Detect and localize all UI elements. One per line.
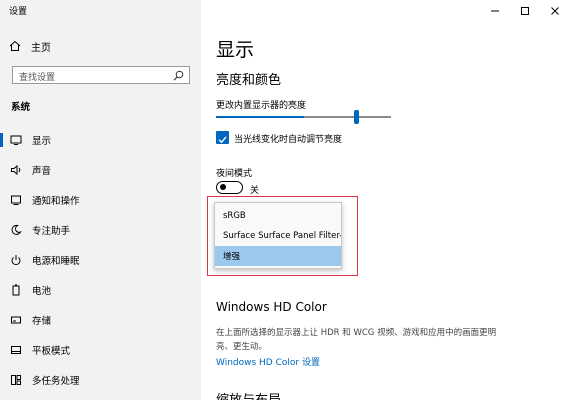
- sidebar-item-battery[interactable]: 电池: [0, 279, 201, 301]
- sidebar-item-label: 专注助手: [32, 226, 71, 237]
- sidebar-item-label: 显示: [32, 136, 52, 147]
- maximize-button[interactable]: [510, 0, 540, 22]
- maximize-icon: [521, 7, 529, 15]
- sidebar-item-label: 声音: [32, 166, 52, 177]
- sidebar-item-tablet-mode[interactable]: 平板模式: [0, 339, 201, 361]
- sidebar-item-label: 平板模式: [32, 346, 71, 357]
- sidebar-item-sound[interactable]: 声音: [0, 159, 201, 181]
- sidebar-item-multitasking[interactable]: 多任务处理: [0, 369, 201, 391]
- power-icon: [11, 255, 21, 266]
- sidebar-item-label: 电源和睡眠: [32, 256, 80, 267]
- toggle-knob: [220, 184, 226, 190]
- brightness-label: 更改内置显示器的亮度: [216, 101, 307, 111]
- sidebar-item-label: 通知和操作: [32, 196, 80, 207]
- dropdown-option-surface-panel[interactable]: Surface Surface Panel Filter-1: [215, 226, 341, 246]
- monitor-icon: [10, 135, 22, 145]
- sidebar-item-storage[interactable]: 存储: [0, 309, 201, 331]
- scale-layout-title: 缩放与布局: [216, 389, 281, 400]
- sidebar: 设置 主页 查找设置 系统 显示 声音 通知和操作 专注助手 电源和睡眠 电池 …: [0, 0, 201, 400]
- sidebar-item-focus-assist[interactable]: 专注助手: [0, 219, 201, 241]
- night-mode-state: 关: [250, 186, 260, 196]
- auto-brightness-label: 当光线变化时自动调节亮度: [234, 135, 343, 145]
- home-icon: [9, 40, 21, 51]
- home-label: 主页: [31, 42, 51, 54]
- home-nav-item[interactable]: 主页: [9, 39, 51, 54]
- sidebar-item-power-sleep[interactable]: 电源和睡眠: [0, 249, 201, 271]
- hd-color-description: 在上面所选择的显示器上让 HDR 和 WCG 视频、游戏和应用中的画面更明亮、更…: [216, 328, 497, 352]
- auto-brightness-checkbox[interactable]: [216, 131, 229, 144]
- search-icon[interactable]: [173, 70, 184, 81]
- storage-icon: [11, 316, 21, 324]
- brightness-slider-fill: [216, 116, 304, 118]
- brightness-section-title: 亮度和颜色: [216, 73, 282, 88]
- dropdown-option-srgb[interactable]: sRGB: [215, 206, 341, 226]
- close-button[interactable]: [540, 0, 570, 22]
- page-title: 显示: [216, 39, 255, 61]
- hd-color-title: Windows HD Color: [216, 300, 327, 314]
- tablet-icon: [11, 346, 21, 354]
- section-label-system: 系统: [11, 102, 31, 113]
- brightness-slider[interactable]: [216, 116, 391, 118]
- sidebar-item-notifications[interactable]: 通知和操作: [0, 189, 201, 211]
- window-title: 设置: [9, 7, 28, 17]
- brightness-slider-thumb[interactable]: [354, 110, 359, 124]
- night-mode-label: 夜间模式: [216, 169, 253, 179]
- speaker-icon: [11, 164, 21, 176]
- moon-icon: [11, 224, 22, 235]
- close-icon: [551, 7, 559, 15]
- battery-icon: [12, 284, 20, 296]
- hd-color-settings-link[interactable]: Windows HD Color 设置: [216, 355, 320, 368]
- dropdown-option-enhanced[interactable]: 增强: [215, 246, 341, 266]
- notification-icon: [11, 195, 21, 205]
- sidebar-item-label: 多任务处理: [32, 376, 80, 387]
- sidebar-item-label: 电池: [32, 286, 52, 297]
- search-input[interactable]: 查找设置: [12, 66, 190, 84]
- minimize-icon: [491, 10, 499, 12]
- night-mode-toggle[interactable]: [216, 181, 243, 194]
- minimize-button[interactable]: [480, 0, 510, 22]
- search-placeholder: 查找设置: [19, 73, 56, 83]
- checkmark-icon: [218, 136, 227, 144]
- sidebar-item-display[interactable]: 显示: [0, 129, 201, 151]
- color-profile-dropdown[interactable]: sRGB Surface Surface Panel Filter-1 增强: [214, 202, 342, 269]
- sidebar-item-label: 存储: [32, 316, 52, 327]
- multitask-icon: [11, 375, 21, 385]
